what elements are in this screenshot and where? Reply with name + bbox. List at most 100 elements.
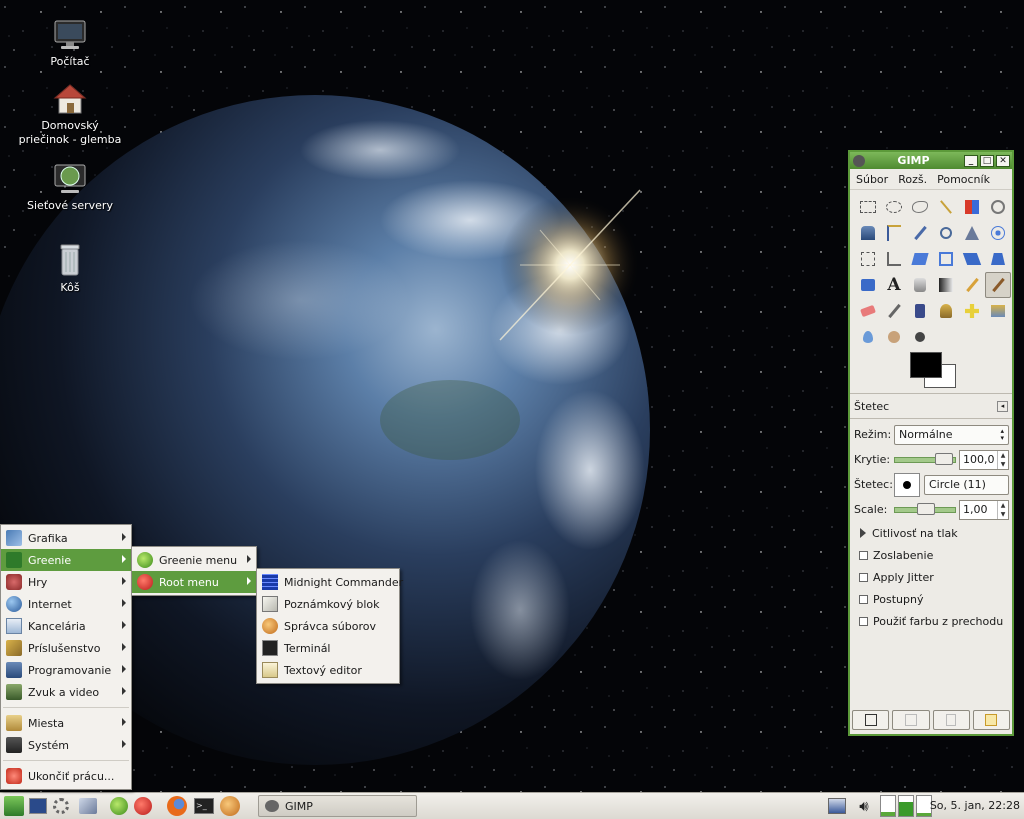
firefox-launcher[interactable] (165, 795, 189, 817)
menu-item-greenie-menu[interactable]: Greenie menu (132, 549, 256, 571)
menu-item-grafika[interactable]: Grafika (1, 527, 131, 549)
restore-options-button[interactable] (892, 710, 930, 730)
shear-tool[interactable] (959, 246, 985, 272)
scissors-tool[interactable] (985, 194, 1011, 220)
opacity-spinbox[interactable]: 100,0 ▲ ▼ (959, 449, 1009, 470)
blur-tool[interactable] (855, 324, 881, 350)
menu-item-prislusenstvo[interactable]: Príslušenstvo (1, 637, 131, 659)
bucket-fill-tool[interactable] (907, 272, 933, 298)
menu-item-text-editor[interactable]: Textový editor (257, 659, 399, 681)
menu-subor[interactable]: Súbor (856, 173, 888, 186)
save-options-button[interactable] (852, 710, 890, 730)
clock[interactable]: So, 5. jan, 22:28 (930, 799, 1020, 812)
brush-name-field[interactable]: Circle (11) (924, 474, 1009, 495)
scale-tool[interactable] (933, 246, 959, 272)
show-desktop-button[interactable] (27, 795, 49, 817)
rect-select-tool[interactable] (855, 194, 881, 220)
lasso-tool[interactable] (907, 194, 933, 220)
checkbox-box[interactable] (859, 594, 868, 604)
menu-item-internet[interactable]: Internet (1, 593, 131, 615)
delete-options-button[interactable] (932, 710, 970, 730)
menu-item-root-menu[interactable]: Root menu (132, 571, 256, 593)
incremental-checkbox[interactable]: Postupný (850, 588, 1012, 610)
close-button[interactable]: ✕ (996, 154, 1010, 167)
clone-tool[interactable] (933, 298, 959, 324)
opacity-slider[interactable] (894, 452, 956, 465)
blend-tool[interactable] (933, 272, 959, 298)
desktop-icon-home[interactable]: Domovský priečinok - glemba (15, 82, 125, 147)
gimp-titlebar[interactable]: GIMP _ □ ✕ (850, 152, 1012, 169)
mode-select[interactable]: Normálne ▴ ▾ (894, 424, 1009, 445)
terminal-launcher[interactable]: >_ (192, 795, 216, 817)
slider-knob[interactable] (935, 452, 953, 465)
foreground-select-tool[interactable] (855, 220, 881, 246)
menu-rozs[interactable]: Rozš. (898, 173, 927, 186)
menu-item-file-manager[interactable]: Správca súborov (257, 615, 399, 637)
scale-spinbox[interactable]: 1,00 ▲ ▼ (959, 499, 1009, 520)
pressure-sensitivity-expander[interactable]: Citlivosť na tlak (850, 522, 1012, 544)
checkbox-box[interactable] (859, 550, 868, 560)
ellipse-select-tool[interactable] (881, 194, 907, 220)
desktop-icon-network[interactable]: Sieťové servery (15, 162, 125, 213)
maximize-button[interactable]: □ (980, 154, 994, 167)
paintbrush-tool[interactable] (985, 272, 1011, 298)
color-picker-tool[interactable] (907, 220, 933, 246)
jitter-checkbox[interactable]: Apply Jitter (850, 566, 1012, 588)
perspective-tool[interactable] (985, 246, 1011, 272)
scale-slider[interactable] (894, 502, 956, 515)
use-gradient-color-checkbox[interactable]: Použiť farbu z prechodu (850, 610, 1012, 632)
airbrush-tool[interactable] (881, 298, 907, 324)
main-menu-button[interactable] (2, 795, 26, 817)
move-tool[interactable] (985, 220, 1011, 246)
brush-preview[interactable] (894, 472, 920, 497)
flip-tool[interactable] (855, 272, 881, 298)
checkbox-box[interactable] (859, 572, 868, 582)
desktop-icon-trash[interactable]: Kôš (15, 242, 125, 295)
checkbox-box[interactable] (859, 616, 868, 626)
paths-tool[interactable] (881, 220, 907, 246)
volume-control[interactable]: 🔊︎ (853, 795, 875, 817)
reset-options-button[interactable] (972, 710, 1010, 730)
menu-item-terminal[interactable]: Terminál (257, 637, 399, 659)
network-status-icon[interactable] (826, 795, 848, 817)
taskbar-window-gimp[interactable]: GIMP (258, 795, 417, 817)
select-by-color-tool[interactable] (959, 194, 985, 220)
spin-arrows-icon[interactable]: ▲ ▼ (997, 500, 1008, 519)
dodge-burn-tool[interactable] (907, 324, 933, 350)
menu-item-hry[interactable]: Hry (1, 571, 131, 593)
zoom-tool[interactable] (933, 220, 959, 246)
menu-item-miesta[interactable]: Miesta (1, 712, 131, 734)
perspective-clone-tool[interactable] (985, 298, 1011, 324)
minimize-button[interactable]: _ (964, 154, 978, 167)
rotate-tool[interactable] (907, 246, 933, 272)
menu-item-programovanie[interactable]: Programovanie (1, 659, 131, 681)
fade-checkbox[interactable]: Zoslabenie (850, 544, 1012, 566)
panel-menu-icon[interactable]: ◂ (997, 400, 1008, 412)
root-launcher[interactable] (132, 795, 154, 817)
crop-tool[interactable] (881, 246, 907, 272)
cpu-monitor-graph[interactable] (880, 795, 896, 817)
desktop-icon-computer[interactable]: Počítač (15, 18, 125, 69)
magic-wand-tool[interactable] (933, 194, 959, 220)
file-manager-launcher[interactable] (218, 795, 242, 817)
eraser-tool[interactable] (855, 298, 881, 324)
menu-item-logout[interactable]: Ukončiť prácu... (1, 765, 131, 787)
spin-arrows-icon[interactable]: ▲ ▼ (997, 450, 1008, 469)
align-tool[interactable] (855, 246, 881, 272)
text-tool[interactable]: A (881, 272, 907, 298)
menu-item-system[interactable]: Systém (1, 734, 131, 756)
menu-item-midnight-commander[interactable]: Midnight Commander (257, 571, 403, 593)
greenie-launcher[interactable] (108, 795, 130, 817)
slider-knob[interactable] (917, 502, 935, 515)
menu-item-notepad[interactable]: Poznámkový blok (257, 593, 399, 615)
smudge-tool[interactable] (881, 324, 907, 350)
system-settings-launcher[interactable] (50, 795, 72, 817)
foreground-color-swatch[interactable] (910, 352, 942, 378)
menu-item-kancelaria[interactable]: Kancelária (1, 615, 131, 637)
menu-item-zvuk-a-video[interactable]: Zvuk a video (1, 681, 131, 703)
ink-tool[interactable] (907, 298, 933, 324)
memory-monitor-graph[interactable] (898, 795, 914, 817)
menu-item-greenie[interactable]: Greenie (1, 549, 131, 571)
menu-pomocnik[interactable]: Pomocník (937, 173, 990, 186)
pencil-tool[interactable] (959, 272, 985, 298)
